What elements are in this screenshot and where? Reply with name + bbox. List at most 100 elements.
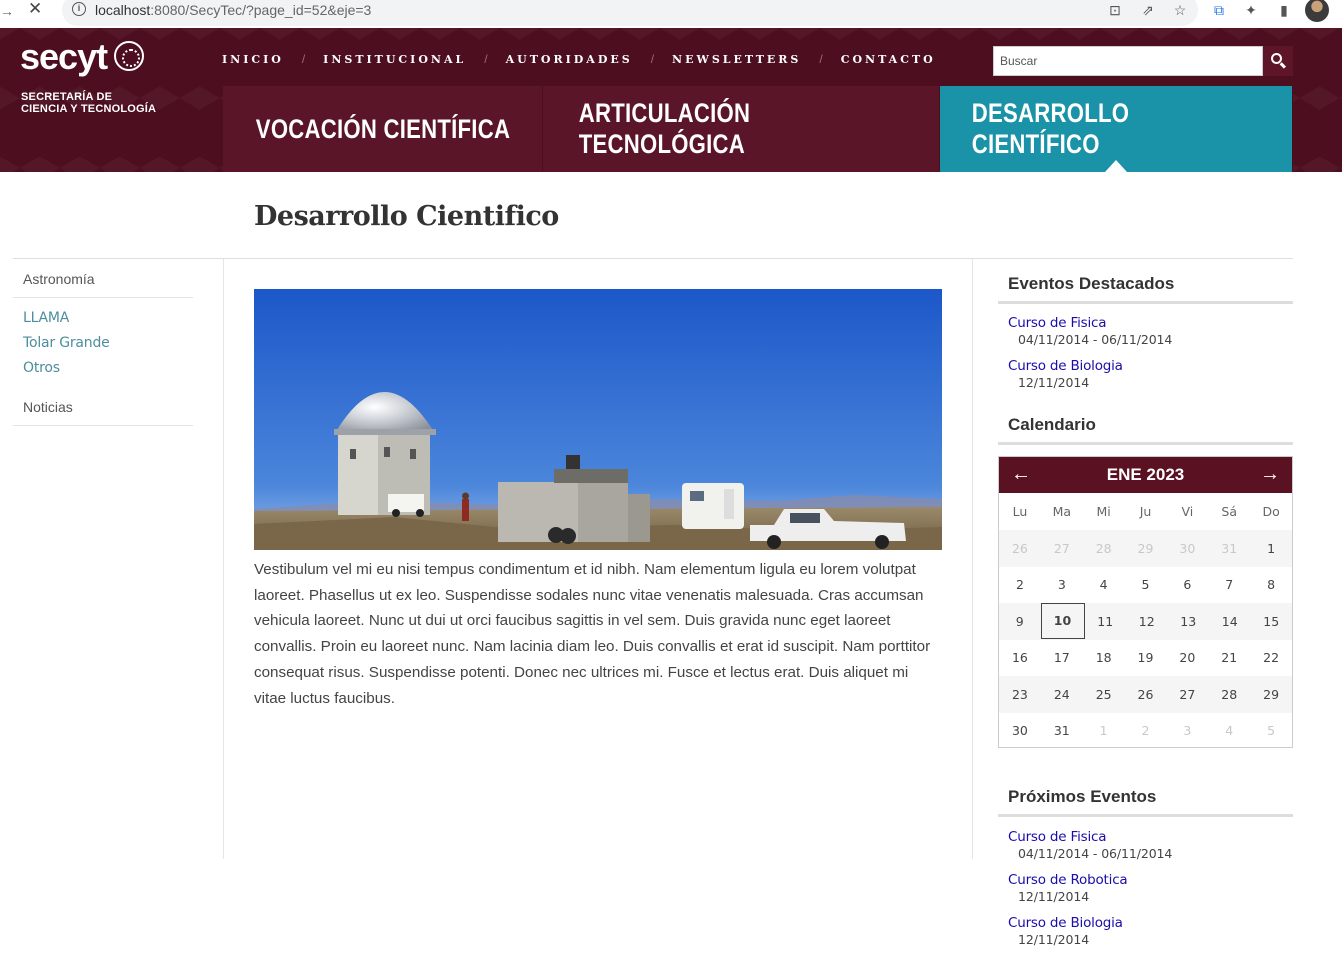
calendar-day[interactable]: 12	[1126, 603, 1168, 640]
calendar-day[interactable]: 28	[1083, 530, 1125, 567]
calendar-day[interactable]: 11	[1085, 603, 1127, 640]
featured-events-title: Eventos Destacados	[998, 274, 1293, 304]
calendar-day[interactable]: 29	[1125, 530, 1167, 567]
calendar-day-number: 20	[1179, 650, 1196, 666]
calendar-day-number: 18	[1095, 650, 1112, 666]
sidebar-link-otros[interactable]: Otros	[23, 356, 183, 381]
nav-inicio[interactable]: INICIO	[222, 53, 284, 66]
calendar-day[interactable]: 1	[1083, 713, 1125, 750]
calendar-day[interactable]: 31	[1208, 530, 1250, 567]
calendar-day[interactable]: 8	[1250, 567, 1292, 604]
calendar-day[interactable]: 17	[1041, 640, 1083, 677]
calendar-week-row: 2 3 4 5 6 7 8	[999, 567, 1292, 604]
url-text[interactable]: localhost:8080/SecyTec/?page_id=52&eje=3	[95, 2, 371, 18]
sidebar-link-tolar-grande[interactable]: Tolar Grande	[23, 331, 183, 356]
share-icon[interactable]: ⇗	[1140, 2, 1156, 18]
calendar-day[interactable]: 7	[1208, 567, 1250, 604]
calendar-day-today[interactable]: 10	[1040, 603, 1085, 640]
stop-loading-icon[interactable]: ✕	[28, 0, 48, 20]
extensions-puzzle-icon[interactable]: ✦	[1243, 2, 1259, 18]
calendar-day-number: 5	[1267, 723, 1276, 739]
upcoming-event-link[interactable]: Curso de Robotica	[1008, 872, 1128, 888]
left-sidebar: Astronomía LLAMA Tolar Grande Otros Noti…	[13, 259, 193, 426]
calendar-day[interactable]: 14	[1209, 603, 1251, 640]
page-title: Desarrollo Cientifico	[254, 201, 559, 232]
calendar-day[interactable]: 16	[999, 640, 1041, 677]
tab-desarrollo-cientifico[interactable]: DESARROLLO CIENTÍFICO	[940, 86, 1293, 172]
calendar-day[interactable]: 5	[1250, 713, 1292, 750]
translate-extension-icon[interactable]: ⧉	[1211, 2, 1227, 18]
sidebar-section-astronomia[interactable]: Astronomía	[13, 259, 193, 298]
featured-event-link[interactable]: Curso de Fisica	[1008, 315, 1106, 331]
calendar-month: ENE 2023	[1106, 465, 1185, 484]
calendar-day-number: 19	[1137, 650, 1154, 666]
calendar-day[interactable]: 30	[999, 713, 1041, 750]
calendar-day[interactable]: 15	[1251, 603, 1293, 640]
sidebar-section-noticias[interactable]: Noticias	[13, 381, 193, 426]
calendar-day[interactable]: 3	[1041, 567, 1083, 604]
calendar-day[interactable]: 2	[1125, 713, 1167, 750]
calendar-day[interactable]: 31	[1041, 713, 1083, 750]
calendar-widget: ENE 2023 ← → Lu Ma Mi Ju Vi Sá Do 26 27 28…	[998, 456, 1293, 748]
upcoming-event-link[interactable]: Curso de Fisica	[1008, 829, 1106, 845]
calendar-day-number: 4	[1099, 577, 1108, 593]
calendar-day[interactable]: 28	[1208, 676, 1250, 713]
side-panel-icon[interactable]: ▮	[1276, 2, 1292, 18]
calendar-day[interactable]: 4	[1083, 567, 1125, 604]
calendar-day[interactable]: 3	[1166, 713, 1208, 750]
calendar-day[interactable]: 22	[1250, 640, 1292, 677]
tab-articulacion-tecnologica[interactable]: ARTICULACIÓN TECNOLÓGICA	[543, 86, 940, 172]
calendar-day[interactable]: 26	[999, 530, 1041, 567]
calendar-day[interactable]: 4	[1208, 713, 1250, 750]
calendar-day[interactable]: 27	[1041, 530, 1083, 567]
calendar-day[interactable]: 25	[1083, 676, 1125, 713]
divider	[972, 259, 973, 859]
calendar-day[interactable]: 13	[1168, 603, 1210, 640]
translate-icon[interactable]: ⊡	[1107, 2, 1123, 18]
calendar-day[interactable]: 26	[1125, 676, 1167, 713]
forward-arrow-icon[interactable]: →	[0, 3, 14, 19]
site-info-icon[interactable]: i	[72, 2, 86, 16]
tab-label: DESARROLLO CIENTÍFICO	[971, 98, 1130, 159]
sidebar-links: LLAMA Tolar Grande Otros	[13, 298, 193, 381]
sidebar-link-llama[interactable]: LLAMA	[23, 306, 183, 331]
calendar-day[interactable]: 23	[999, 676, 1041, 713]
nav-contacto[interactable]: CONTACTO	[841, 53, 936, 66]
calendar-day[interactable]: 2	[999, 567, 1041, 604]
prev-month-arrow-icon[interactable]: ←	[1003, 457, 1039, 493]
next-month-arrow-icon[interactable]: →	[1252, 457, 1288, 493]
calendar-day[interactable]: 18	[1083, 640, 1125, 677]
search-button[interactable]	[1263, 46, 1293, 76]
calendar-day[interactable]: 19	[1125, 640, 1167, 677]
calendar-day[interactable]: 21	[1208, 640, 1250, 677]
calendar-day[interactable]: 30	[1166, 530, 1208, 567]
calendar-day[interactable]: 9	[999, 603, 1041, 640]
profile-avatar[interactable]	[1305, 0, 1329, 22]
calendar-day-number: 26	[1137, 686, 1154, 702]
nav-autoridades[interactable]: AUTORIDADES	[506, 53, 633, 66]
calendar-day[interactable]: 27	[1166, 676, 1208, 713]
weekday-label: Sá	[1221, 504, 1238, 519]
calendar-day[interactable]: 29	[1250, 676, 1292, 713]
nav-separator: /	[301, 52, 306, 66]
calendar-day-number: 31	[1221, 540, 1238, 556]
site-logo[interactable]: secyt	[20, 36, 108, 78]
calendar-day[interactable]: 20	[1166, 640, 1208, 677]
calendar-day-number: 14	[1221, 613, 1238, 629]
calendar-day-number: 28	[1095, 540, 1112, 556]
nav-newsletters[interactable]: NEWSLETTERS	[672, 53, 801, 66]
nav-institucional[interactable]: INSTITUCIONAL	[323, 53, 466, 66]
calendar-day[interactable]: 24	[1041, 676, 1083, 713]
calendar-day[interactable]: 1	[1250, 530, 1292, 567]
calendar-day-number: 25	[1095, 686, 1112, 702]
search-input[interactable]	[993, 46, 1263, 76]
bookmark-star-icon[interactable]: ☆	[1172, 2, 1188, 18]
calendar-day[interactable]: 5	[1125, 567, 1167, 604]
calendar-day-number: 11	[1097, 613, 1114, 629]
upcoming-event-date: 12/11/2014	[1018, 889, 1090, 904]
observatory-illustration	[254, 289, 942, 550]
calendar-day[interactable]: 6	[1166, 567, 1208, 604]
tab-vocacion-cientifica[interactable]: VOCACIÓN CIENTÍFICA	[223, 86, 543, 172]
featured-event-link[interactable]: Curso de Biologia	[1008, 358, 1123, 374]
upcoming-event-link[interactable]: Curso de Biologia	[1008, 915, 1123, 931]
